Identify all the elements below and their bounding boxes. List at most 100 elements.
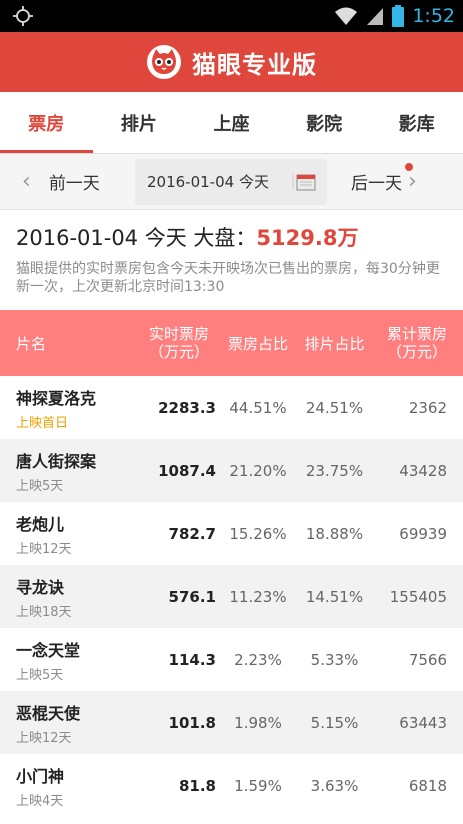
movie-cell: 寻龙诀 上映18天 xyxy=(0,574,140,620)
sched-value: 14.51% xyxy=(305,587,364,606)
sched-value: 18.88% xyxy=(305,524,364,543)
app-bar: 猫眼专业版 xyxy=(0,32,463,92)
movie-title: 一念天堂 xyxy=(16,640,81,660)
total-value: 7566 xyxy=(408,650,447,669)
realtime-value: 101.8 xyxy=(168,713,216,732)
tab-schedule[interactable]: 排片 xyxy=(93,92,186,153)
movie-cell: 小门神 上映4天 xyxy=(0,763,140,809)
header-realtime-label: 实时票房 xyxy=(148,325,209,343)
movie-title: 小门神 xyxy=(16,766,65,786)
current-date: 2016-01-04 今天 xyxy=(147,173,269,191)
share-value: 21.20% xyxy=(229,461,287,480)
movie-cell: 恶棍天使 上映12天 xyxy=(0,700,140,746)
tab-box-office[interactable]: 票房 xyxy=(0,92,93,153)
movie-cell: 一念天堂 上映5天 xyxy=(0,637,140,683)
share-value: 11.23% xyxy=(229,587,287,606)
movie-cell: 老炮儿 上映12天 xyxy=(0,511,140,557)
total-value: 43428 xyxy=(399,461,447,480)
calendar-icon xyxy=(292,173,316,191)
movie-cell: 唐人街探案 上映5天 xyxy=(0,448,140,494)
status-left xyxy=(12,5,34,27)
table-row[interactable]: 神探夏洛克 上映首日 2283.3 44.51% 24.51% 2362 xyxy=(0,376,463,439)
prev-day-label: 前一天 xyxy=(48,174,100,194)
header-total-unit: （万元） xyxy=(386,343,447,361)
header-realtime-unit: （万元） xyxy=(148,343,209,361)
total-value: 69939 xyxy=(399,524,447,543)
date-selector: ‹ 前一天 2016-01-04 今天 后一天 › xyxy=(0,154,463,210)
release-days: 上映12天 xyxy=(16,541,72,557)
release-days: 上映18天 xyxy=(16,604,72,620)
header-share: 票房占比 xyxy=(227,334,288,353)
realtime-value: 782.7 xyxy=(168,524,216,543)
signal-icon xyxy=(367,8,384,25)
share-value: 2.23% xyxy=(234,650,282,669)
share-value: 15.26% xyxy=(229,524,287,543)
header-sched: 排片占比 xyxy=(304,334,365,353)
realtime-value: 576.1 xyxy=(168,587,216,606)
sched-value: 5.33% xyxy=(310,650,359,669)
share-value: 1.98% xyxy=(234,713,282,732)
chevron-right-icon: › xyxy=(408,169,417,194)
header-name: 片名 xyxy=(16,334,47,353)
movie-title: 老炮儿 xyxy=(16,514,65,534)
gps-icon xyxy=(13,6,33,26)
sched-value: 24.51% xyxy=(305,398,364,417)
sched-value: 23.75% xyxy=(305,461,364,480)
total-value: 155405 xyxy=(389,587,447,606)
battery-icon xyxy=(392,5,405,27)
sched-value: 3.63% xyxy=(310,776,359,795)
header-total-label: 累计票房 xyxy=(386,325,447,343)
tab-film-library[interactable]: 影库 xyxy=(370,92,463,153)
prev-day-button[interactable]: ‹ 前一天 xyxy=(0,169,135,194)
update-note: 猫眼提供的实时票房包含今天未开映场次已售出的票房，每30分钟更新一次，上次更新北… xyxy=(16,261,440,295)
main-tabs: 票房 排片 上座 影院 影库 xyxy=(0,92,463,154)
wifi-icon xyxy=(335,7,358,25)
header-realtime: 实时票房 （万元） xyxy=(140,325,218,361)
table-row[interactable]: 恶棍天使 上映12天 101.8 1.98% 5.15% 63443 xyxy=(0,691,463,754)
table-row[interactable]: 老炮儿 上映12天 782.7 15.26% 18.88% 69939 xyxy=(0,502,463,565)
table-row[interactable]: 唐人街探案 上映5天 1087.4 21.20% 23.75% 43428 xyxy=(0,439,463,502)
movie-title: 神探夏洛克 xyxy=(16,388,97,408)
movie-title: 恶棍天使 xyxy=(16,703,81,723)
movie-title: 寻龙诀 xyxy=(16,577,65,597)
status-time: 1:52 xyxy=(412,5,455,27)
next-day-label: 后一天 xyxy=(351,174,402,194)
movie-title: 唐人街探案 xyxy=(16,451,97,471)
maoyan-cat-logo-icon xyxy=(147,45,181,79)
realtime-value: 81.8 xyxy=(178,776,216,795)
movie-cell: 神探夏洛克 上映首日 xyxy=(0,385,140,431)
market-summary: 2016-01-04 今天 大盘：5129.8万 猫眼提供的实时票房包含今天未开… xyxy=(0,210,463,296)
status-right: 1:52 xyxy=(334,5,455,27)
release-days: 上映首日 xyxy=(16,415,69,431)
release-days: 上映4天 xyxy=(16,793,64,809)
release-days: 上映12天 xyxy=(16,730,72,746)
chevron-left-icon: ‹ xyxy=(22,169,31,194)
box-office-table: 神探夏洛克 上映首日 2283.3 44.51% 24.51% 2362 唐人街… xyxy=(0,376,463,817)
market-total: 5129.8万 xyxy=(256,226,359,250)
date-picker[interactable]: 2016-01-04 今天 xyxy=(135,158,327,205)
status-bar: 1:52 xyxy=(0,0,463,32)
total-value: 6818 xyxy=(408,776,447,795)
market-headline: 2016-01-04 今天 大盘：5129.8万 xyxy=(16,222,447,252)
tab-attendance[interactable]: 上座 xyxy=(185,92,278,153)
market-headline-text: 2016-01-04 今天 大盘： xyxy=(16,226,257,250)
table-row[interactable]: 小门神 上映4天 81.8 1.59% 3.63% 6818 xyxy=(0,754,463,817)
app-title: 猫眼专业版 xyxy=(192,50,317,79)
total-value: 63443 xyxy=(399,713,447,732)
total-value: 2362 xyxy=(408,398,447,417)
table-row[interactable]: 寻龙诀 上映18天 576.1 11.23% 14.51% 155405 xyxy=(0,565,463,628)
table-header: 片名 实时票房 （万元） 票房占比 排片占比 累计票房 （万元） xyxy=(0,310,463,376)
notification-dot xyxy=(405,163,413,171)
realtime-value: 2283.3 xyxy=(158,398,216,417)
header-total: 累计票房 （万元） xyxy=(371,325,463,361)
sched-value: 5.15% xyxy=(310,713,359,732)
table-row[interactable]: 一念天堂 上映5天 114.3 2.23% 5.33% 7566 xyxy=(0,628,463,691)
realtime-value: 114.3 xyxy=(168,650,216,669)
share-value: 1.59% xyxy=(234,776,282,795)
release-days: 上映5天 xyxy=(16,667,64,683)
share-value: 44.51% xyxy=(229,398,287,417)
next-day-button[interactable]: 后一天 › xyxy=(327,163,417,194)
realtime-value: 1087.4 xyxy=(158,461,216,480)
release-days: 上映5天 xyxy=(16,478,64,494)
tab-cinemas[interactable]: 影院 xyxy=(278,92,371,153)
